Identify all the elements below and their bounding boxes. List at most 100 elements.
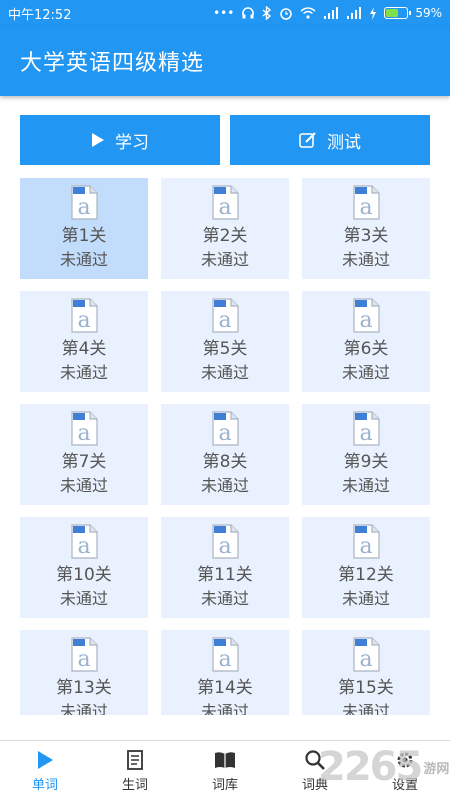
level-status: 未通过: [341, 476, 390, 495]
svg-text:a: a: [77, 421, 90, 446]
level-tile[interactable]: a 第6关 未通过: [302, 291, 430, 392]
level-tile[interactable]: a 第9关未通过: [302, 404, 430, 505]
level-tile[interactable]: a 第2关 未通过: [161, 178, 289, 279]
level-status: 未通过: [200, 476, 249, 495]
level-name: 第12关: [338, 565, 394, 585]
level-tile[interactable]: a 第1关未通过: [20, 178, 148, 279]
level-name: 第3关: [343, 226, 389, 246]
svg-text:a: a: [218, 308, 231, 333]
level-tile[interactable]: a 第14关未通过: [161, 630, 289, 715]
level-status: 未通过: [59, 476, 108, 495]
watermark-text: 游网: [423, 761, 450, 777]
level-tile[interactable]: a 第12关未通过: [302, 517, 430, 618]
signal-icon-2: [347, 7, 362, 19]
notebook-icon: [127, 749, 143, 770]
test-button[interactable]: 测试: [230, 115, 430, 165]
svg-text:a: a: [77, 534, 90, 559]
document-icon: a: [353, 185, 380, 220]
svg-text:a: a: [77, 308, 90, 333]
level-tile[interactable]: a 第15关 未通过: [302, 630, 430, 715]
level-name: 第14关: [197, 678, 253, 698]
level-name: 第9关: [343, 452, 389, 472]
watermark-logo: 2265 游网: [318, 744, 449, 790]
level-name: 第7关: [61, 452, 107, 472]
document-icon: a: [71, 185, 98, 220]
nav-item-new-words[interactable]: 生词: [90, 741, 180, 800]
level-status: 未通过: [59, 250, 108, 269]
svg-text:a: a: [77, 647, 90, 672]
level-tile[interactable]: a 第13关未通过: [20, 630, 148, 715]
nav-item-words-label: 单词: [31, 777, 58, 793]
svg-text:a: a: [359, 647, 372, 672]
svg-text:a: a: [359, 195, 372, 220]
document-icon: a: [212, 524, 239, 559]
svg-text:a: a: [218, 647, 231, 672]
svg-text:a: a: [359, 308, 372, 333]
battery-percent: 59%: [415, 6, 442, 20]
document-icon: a: [71, 298, 98, 333]
nav-item-word-bank[interactable]: 词库: [180, 741, 270, 800]
test-button-label: 测试: [327, 132, 361, 153]
level-tile[interactable]: a 第4关未通过: [20, 291, 148, 392]
svg-text:a: a: [359, 421, 372, 446]
wifi-icon: [300, 7, 316, 19]
level-grid: a 第1关 未通过 a 第2关 未通过 a 第3关 未通过 a 第4关 未通过 a 第5关 未通过 a 第6关未…: [0, 175, 450, 715]
status-icons: ••• 59%: [213, 6, 442, 20]
learn-button[interactable]: 学习: [20, 115, 220, 165]
level-name: 第5关: [202, 339, 248, 359]
headphones-icon: [242, 7, 255, 19]
more-dots-icon: •••: [213, 6, 235, 20]
play-icon: [92, 133, 104, 147]
svg-text:a: a: [218, 421, 231, 446]
battery-icon: [384, 7, 412, 19]
nav-item-words[interactable]: 单词: [0, 741, 90, 800]
level-status: 未通过: [341, 589, 390, 608]
level-name: 第4关: [61, 339, 107, 359]
play-icon: [38, 750, 53, 769]
status-bar: 中午12:52 ••• 59%: [0, 0, 450, 26]
nav-item-new-words-label: 生词: [121, 777, 148, 793]
signal-icon: [324, 7, 339, 19]
document-icon: a: [353, 411, 380, 446]
level-tile[interactable]: a 第8关未通过: [161, 404, 289, 505]
level-tile[interactable]: a 第10关 未通过: [20, 517, 148, 618]
level-name: 第11关: [197, 565, 253, 585]
charging-icon: [370, 6, 377, 20]
document-icon: a: [353, 298, 380, 333]
nav-item-word-bank-label: 词库: [211, 777, 238, 793]
book-icon: [215, 751, 235, 768]
level-status: 未通过: [341, 250, 390, 269]
bluetooth-icon: [262, 6, 272, 20]
level-status: 未通过: [200, 250, 249, 269]
document-icon: a: [71, 411, 98, 446]
level-name: 第13关: [56, 678, 112, 698]
svg-text:a: a: [218, 534, 231, 559]
document-icon: a: [212, 298, 239, 333]
document-icon: a: [71, 637, 98, 672]
app-title: 大学英语四级精选: [20, 51, 205, 76]
svg-text:a: a: [218, 195, 231, 220]
svg-text:a: a: [77, 195, 90, 220]
status-time: 中午12:52: [8, 7, 72, 23]
level-tile[interactable]: a 第3关未通过: [302, 178, 430, 279]
app-bar: 大学英语四级精选: [0, 26, 450, 96]
watermark-digits: 2265: [318, 744, 423, 790]
document-icon: a: [353, 637, 380, 672]
level-status: 未通过: [59, 363, 108, 382]
learn-button-label: 学习: [115, 132, 149, 153]
document-icon: a: [212, 637, 239, 672]
level-status: 未通过: [59, 702, 108, 715]
level-name: 第8关: [202, 452, 248, 472]
svg-text:a: a: [359, 534, 372, 559]
level-status: 未通过: [200, 702, 249, 715]
level-tile[interactable]: a 第5关未通过: [161, 291, 289, 392]
level-name: 第10关: [56, 565, 112, 585]
document-icon: a: [353, 524, 380, 559]
level-status: 未通过: [200, 589, 249, 608]
level-tile[interactable]: a 第7关未通过: [20, 404, 148, 505]
level-name: 第1关: [61, 226, 107, 246]
level-name: 第6关: [343, 339, 389, 359]
document-icon: a: [212, 411, 239, 446]
level-tile[interactable]: a 第11关未通过: [161, 517, 289, 618]
level-status: 未通过: [200, 363, 249, 382]
